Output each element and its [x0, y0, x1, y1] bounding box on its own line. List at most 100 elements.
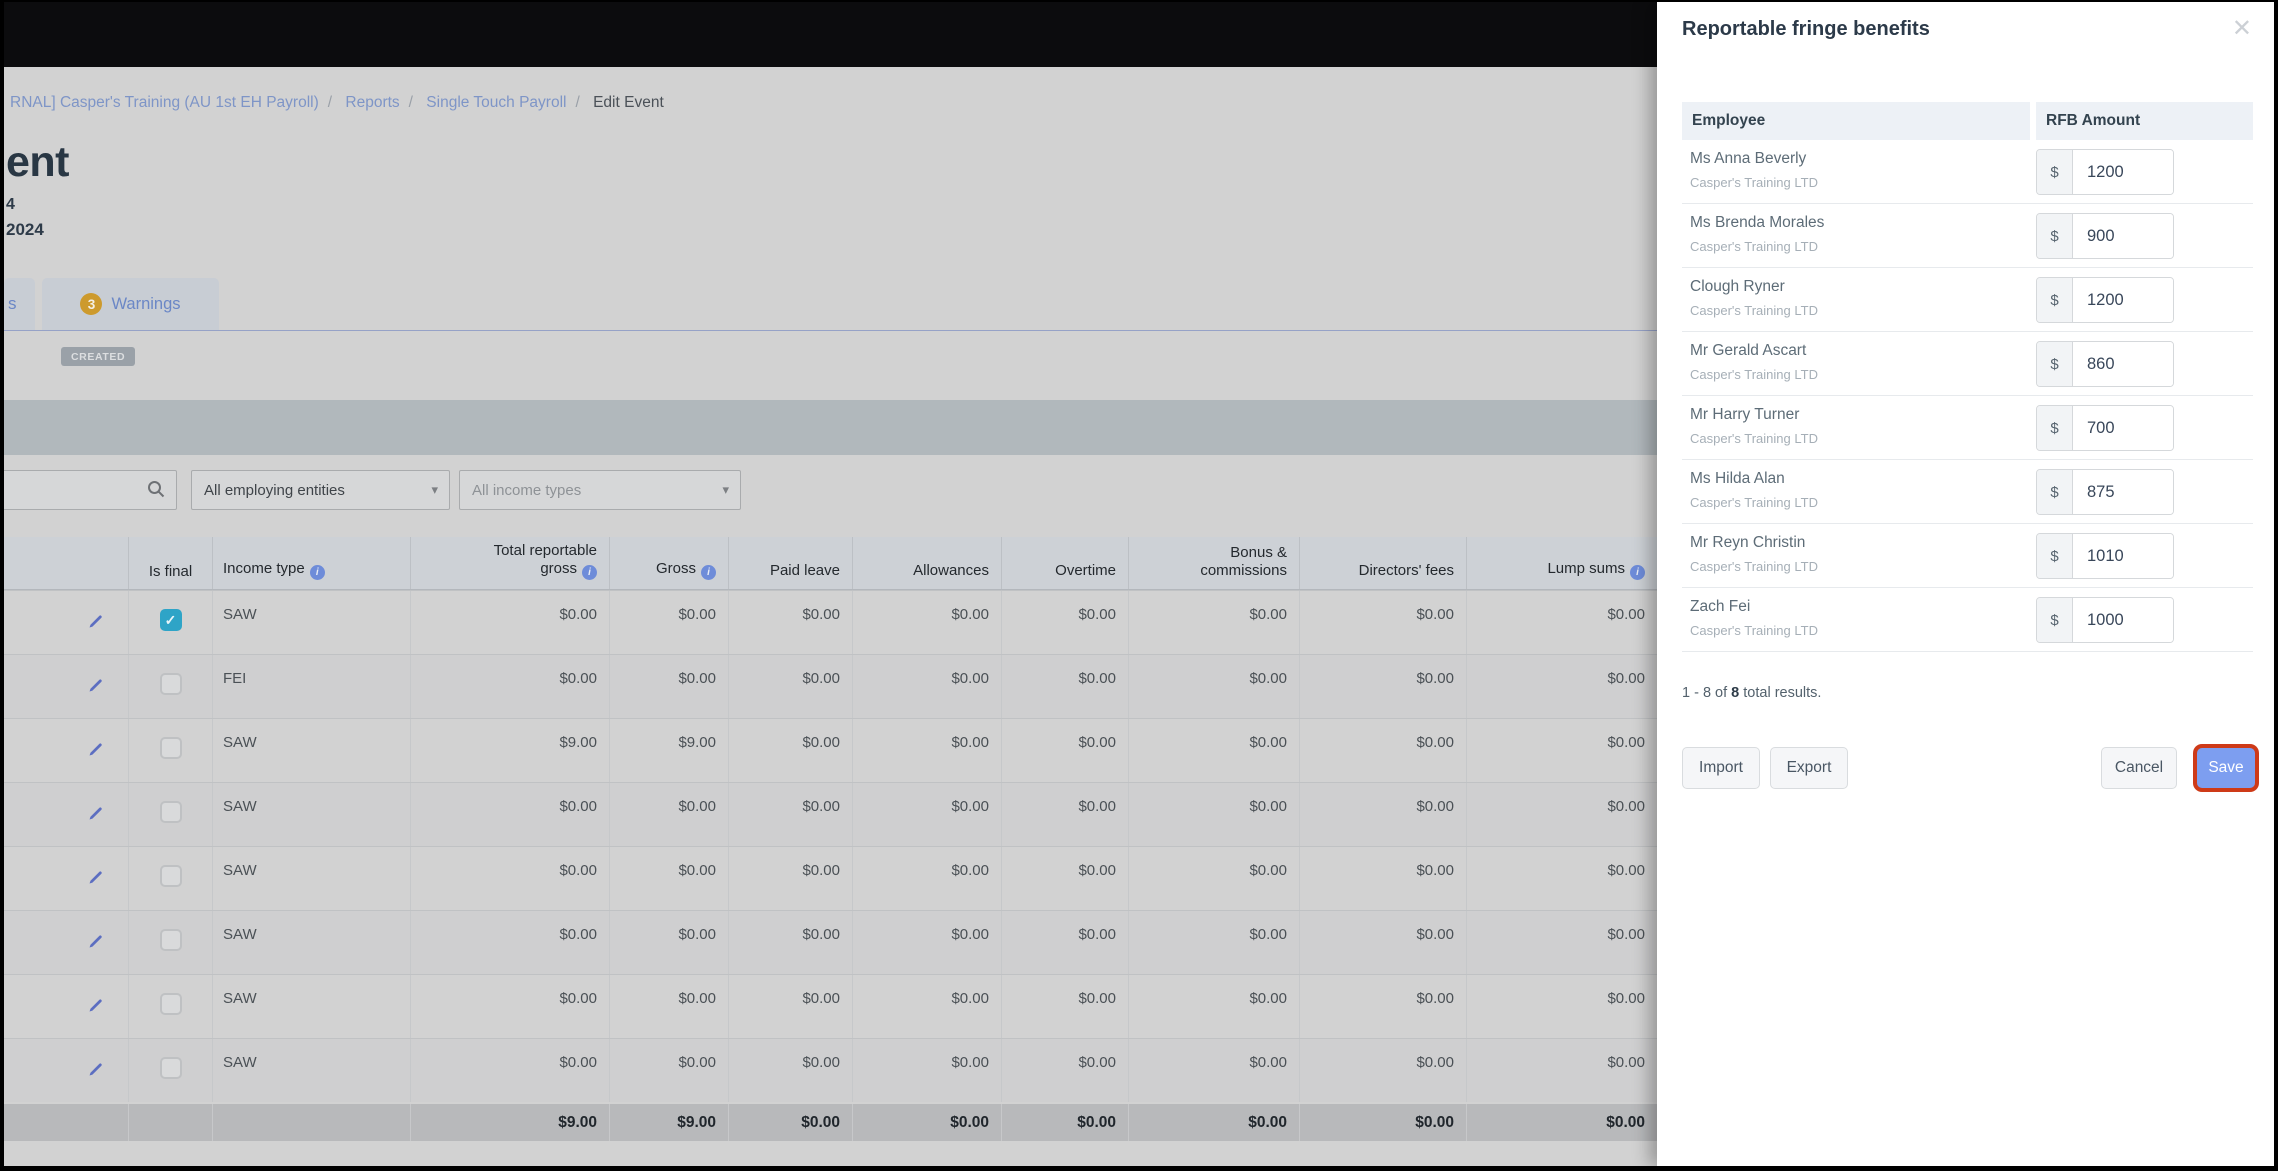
info-icon[interactable]: i — [309, 565, 325, 580]
directors-fees-cell: $0.00 — [1299, 1039, 1466, 1102]
rfb-amount-input[interactable] — [2073, 278, 2173, 322]
edit-row-button[interactable] — [4, 719, 128, 782]
lump-sums-cell: $0.00 — [1466, 975, 1657, 1038]
employee-cell: Ms Hilda Alan Casper's Training LTD — [1682, 460, 2030, 523]
check-icon: ✓ — [164, 612, 177, 628]
gross-cell: $9.00 — [609, 719, 728, 782]
table-row: ✓ SAW $0.00 $0.00 $0.00 $0.00 $0.00 $0.0… — [4, 846, 1657, 910]
header-income-type: Income type i — [212, 537, 410, 589]
drawer-button-row: Import Export Cancel Save — [1657, 747, 2274, 789]
cancel-button[interactable]: Cancel — [2101, 747, 2177, 789]
income-type-cell: SAW — [212, 783, 410, 846]
directors-fees-cell: $0.00 — [1299, 719, 1466, 782]
gross-cell: $0.00 — [609, 783, 728, 846]
save-button[interactable]: Save — [2197, 748, 2255, 788]
total-reportable-gross-cell: $0.00 — [410, 847, 609, 910]
pay-event-table: Is final Income type i Total reportable g… — [4, 537, 1657, 1141]
totals-row: $9.00 $9.00 $0.00 $0.00 $0.00 $0.00 $0.0… — [4, 1103, 1657, 1141]
currency-prefix: $ — [2037, 598, 2073, 642]
paid-leave-cell: $0.00 — [728, 975, 852, 1038]
employee-cell: Clough Ryner Casper's Training LTD — [1682, 268, 2030, 331]
is-final-checkbox[interactable]: ✓ — [159, 609, 182, 631]
employee-column-header: Employee — [1682, 102, 2030, 140]
edit-row-button[interactable] — [4, 911, 128, 974]
info-icon[interactable]: i — [1630, 565, 1645, 580]
edit-row-button[interactable] — [4, 655, 128, 718]
header-is-final: Is final — [128, 537, 212, 589]
income-types-dropdown[interactable]: All income types ▾ — [459, 470, 741, 510]
employee-company: Casper's Training LTD — [1690, 431, 1818, 446]
employee-company: Casper's Training LTD — [1690, 303, 1818, 318]
lump-sums-cell: $0.00 — [1466, 719, 1657, 782]
table-row: ✓ SAW $0.00 $0.00 $0.00 $0.00 $0.00 $0.0… — [4, 910, 1657, 974]
rfb-amount-input[interactable] — [2073, 598, 2173, 642]
allowances-cell: $0.00 — [852, 655, 1001, 718]
gross-cell: $0.00 — [609, 655, 728, 718]
tab-bar: s 3 Warnings — [4, 278, 1657, 331]
is-final-checkbox[interactable]: ✓ — [159, 1057, 182, 1079]
total-reportable-gross-cell: $0.00 — [410, 591, 609, 654]
close-icon[interactable]: ✕ — [2232, 14, 2252, 43]
info-icon[interactable]: i — [582, 565, 597, 580]
edit-row-button[interactable] — [4, 783, 128, 846]
employee-name: Mr Gerald Ascart — [1690, 342, 1807, 359]
gross-cell: $0.00 — [609, 847, 728, 910]
header-edit-column — [4, 537, 128, 589]
rfb-amount-input[interactable] — [2073, 406, 2173, 450]
employee-cell: Ms Anna Beverly Casper's Training LTD — [1682, 140, 2030, 203]
is-final-checkbox[interactable]: ✓ — [159, 929, 182, 951]
filter-row: All employing entities ▾ All income type… — [4, 470, 1657, 510]
rfb-amount-input[interactable] — [2073, 150, 2173, 194]
breadcrumb-link[interactable]: Reports — [345, 94, 399, 111]
edit-row-button[interactable] — [4, 591, 128, 654]
rfb-amount-cell: $ — [2036, 524, 2253, 587]
total-reportable-gross-cell: $0.00 — [410, 783, 609, 846]
rfb-amount-input-group: $ — [2036, 277, 2174, 323]
tab-partial[interactable]: s — [4, 278, 35, 330]
rfb-amount-input[interactable] — [2073, 214, 2173, 258]
rfb-table-row: Mr Reyn Christin Casper's Training LTD $ — [1682, 524, 2253, 588]
rfb-amount-input[interactable] — [2073, 534, 2173, 578]
overtime-total: $0.00 — [1001, 1104, 1128, 1141]
is-final-checkbox[interactable]: ✓ — [159, 673, 182, 695]
rfb-table: Employee RFB Amount Ms Anna Beverly Casp… — [1682, 102, 2253, 652]
search-input[interactable] — [4, 470, 177, 510]
overtime-cell: $0.00 — [1001, 783, 1128, 846]
main-app-page: RNAL] Casper's Training (AU 1st EH Payro… — [4, 2, 1657, 1166]
is-final-checkbox[interactable]: ✓ — [159, 993, 182, 1015]
income-type-cell: SAW — [212, 847, 410, 910]
breadcrumb-link[interactable]: RNAL] Casper's Training (AU 1st EH Payro… — [10, 94, 319, 111]
edit-row-button[interactable] — [4, 975, 128, 1038]
tab-warnings[interactable]: 3 Warnings — [42, 278, 219, 330]
rfb-amount-input-group: $ — [2036, 469, 2174, 515]
pencil-icon — [89, 1063, 102, 1076]
employee-cell: Mr Reyn Christin Casper's Training LTD — [1682, 524, 2030, 587]
currency-prefix: $ — [2037, 150, 2073, 194]
overtime-cell: $0.00 — [1001, 911, 1128, 974]
directors-fees-cell: $0.00 — [1299, 783, 1466, 846]
rfb-table-row: Clough Ryner Casper's Training LTD $ — [1682, 268, 2253, 332]
is-final-checkbox[interactable]: ✓ — [159, 801, 182, 823]
rfb-amount-input-group: $ — [2036, 405, 2174, 451]
is-final-cell: ✓ — [128, 975, 212, 1038]
breadcrumb-separator: / — [575, 94, 580, 111]
employing-entities-dropdown[interactable]: All employing entities ▾ — [191, 470, 450, 510]
income-type-cell: FEI — [212, 655, 410, 718]
info-icon[interactable]: i — [701, 565, 716, 580]
is-final-checkbox[interactable]: ✓ — [159, 865, 182, 887]
employee-company: Casper's Training LTD — [1690, 559, 1818, 574]
rfb-amount-input[interactable] — [2073, 470, 2173, 514]
rfb-amount-cell: $ — [2036, 268, 2253, 331]
income-type-cell: SAW — [212, 719, 410, 782]
edit-row-button[interactable] — [4, 1039, 128, 1102]
warnings-count-badge: 3 — [80, 293, 103, 315]
rfb-amount-input[interactable] — [2073, 342, 2173, 386]
rfb-table-row: Ms Brenda Morales Casper's Training LTD … — [1682, 204, 2253, 268]
export-button[interactable]: Export — [1770, 747, 1848, 789]
edit-row-button[interactable] — [4, 847, 128, 910]
breadcrumb-link[interactable]: Edit Event — [593, 94, 664, 111]
is-final-checkbox[interactable]: ✓ — [159, 737, 182, 759]
import-button[interactable]: Import — [1682, 747, 1760, 789]
header-lump-sums: Lump sums i — [1466, 537, 1657, 589]
breadcrumb-link[interactable]: Single Touch Payroll — [426, 94, 566, 111]
